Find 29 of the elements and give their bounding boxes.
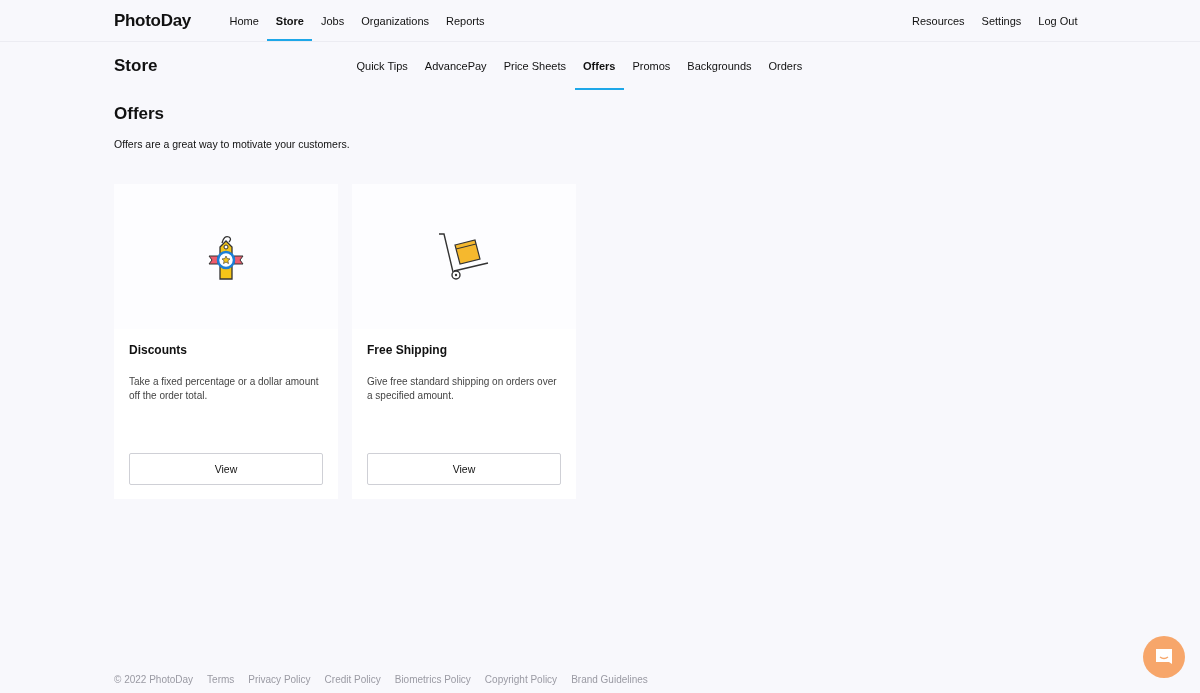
card-description: Take a fixed percentage or a dollar amount off the order total.	[129, 375, 320, 403]
card-title: Discounts	[129, 343, 188, 357]
card-description: Give free standard shipping on orders over a specified amount.	[367, 375, 558, 403]
page-title: Offers	[114, 104, 166, 124]
sub-nav-tab[interactable]: Promos	[623, 42, 679, 90]
sub-nav-tab[interactable]: Quick Tips	[348, 42, 417, 90]
sub-nav-tab[interactable]: AdvancePay	[416, 42, 496, 90]
view-button[interactable]: View	[367, 453, 561, 485]
view-button[interactable]: View	[129, 453, 323, 485]
nav-link[interactable]: Store	[267, 0, 313, 41]
card-title: Free Shipping	[367, 343, 448, 357]
sub-nav-tab[interactable]: Price Sheets	[495, 42, 575, 90]
sub-nav-tab[interactable]: Backgrounds	[678, 42, 761, 90]
photoday-logo[interactable]: PhotoDay	[114, 0, 191, 41]
chat-button[interactable]	[1143, 636, 1185, 678]
nav-link[interactable]: Resources	[903, 0, 974, 41]
hand-truck-box-icon	[438, 232, 490, 281]
chat-icon	[1154, 647, 1174, 667]
sub-nav-tab[interactable]: Offers	[574, 42, 624, 90]
section-title: Store	[114, 55, 159, 77]
nav-link[interactable]: Log Out	[1029, 0, 1086, 41]
sub-nav-tab[interactable]: Orders	[760, 42, 811, 90]
copyright-notice: © 2022 PhotoDay	[114, 674, 194, 685]
nav-link[interactable]: Home	[220, 0, 268, 41]
nav-link[interactable]: Jobs	[312, 0, 353, 41]
nav-link[interactable]: Organizations	[352, 0, 438, 41]
intro-text: Offers are a great way to motivate your customers.	[114, 138, 351, 150]
nav-link[interactable]: Reports	[437, 0, 494, 41]
nav-link[interactable]: Settings	[973, 0, 1030, 41]
